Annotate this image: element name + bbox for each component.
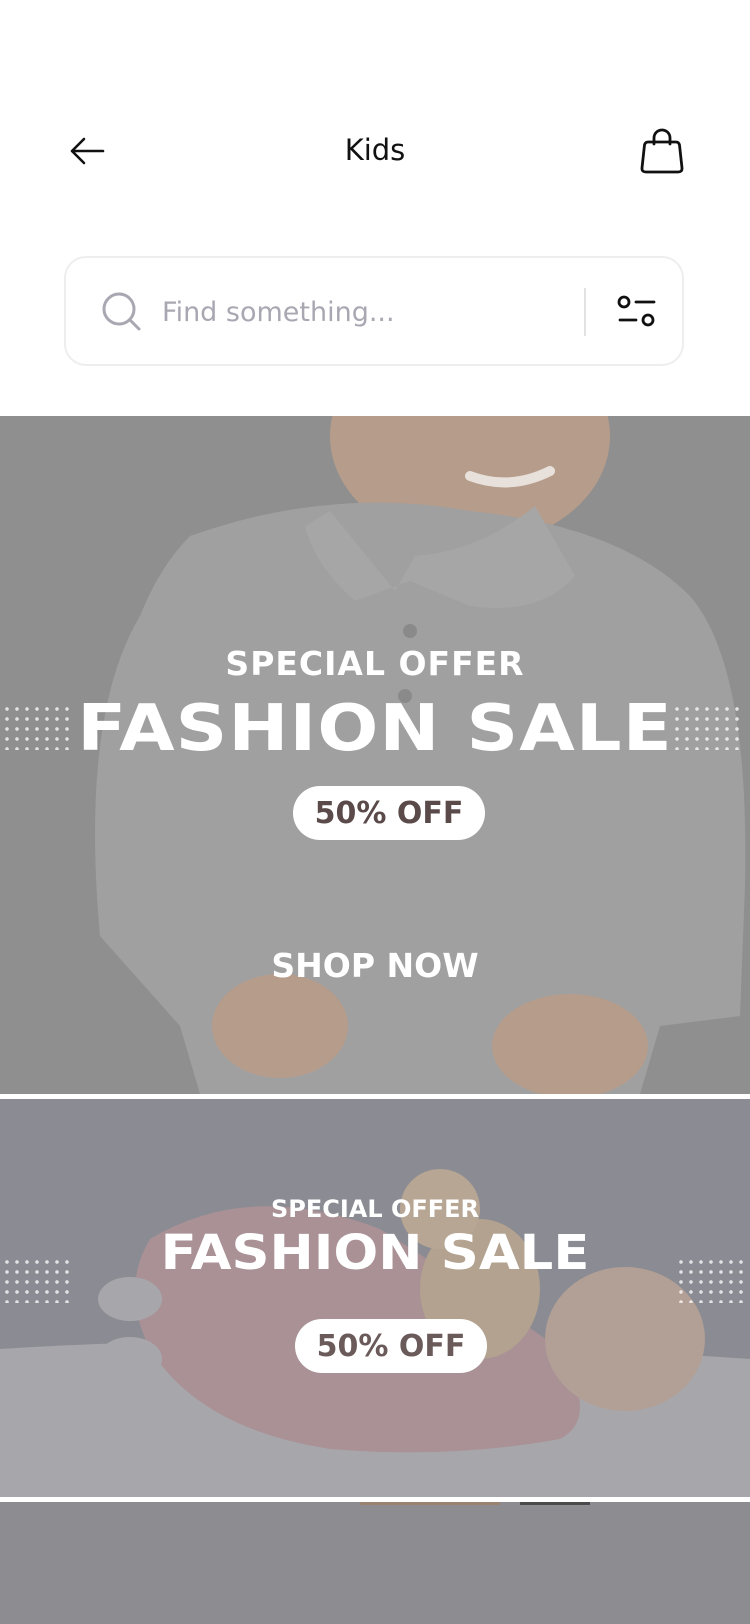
promo-banner-2[interactable]: SPECIAL OFFER FASHION SALE 50% OFF <box>0 1099 750 1497</box>
banner-headline: FASHION SALE <box>160 1225 590 1281</box>
promo-banner-1[interactable]: SPECIAL OFFER FASHION SALE 50% OFF SHOP … <box>0 416 750 1094</box>
promo-banner-3[interactable] <box>0 1502 750 1624</box>
cart-button[interactable] <box>638 126 686 176</box>
filter-button[interactable] <box>610 286 666 338</box>
banner-photo-baby <box>0 1099 750 1497</box>
header: Kids <box>0 0 750 415</box>
search-bar[interactable] <box>64 256 684 366</box>
search-icon <box>102 292 141 331</box>
banner-subtitle: SPECIAL OFFER <box>225 644 525 683</box>
search-divider <box>584 288 586 336</box>
banner-headline: FASHION SALE <box>77 692 673 766</box>
discount-badge[interactable]: 50% OFF <box>293 786 485 840</box>
banner-photo <box>0 1502 750 1624</box>
shop-now-link[interactable]: SHOP NOW <box>0 946 750 985</box>
shopping-bag-icon <box>640 128 684 174</box>
discount-badge[interactable]: 50% OFF <box>295 1319 487 1373</box>
filter-sliders-icon <box>617 295 656 327</box>
search-input[interactable] <box>160 286 564 338</box>
banner-subtitle: SPECIAL OFFER <box>270 1195 480 1223</box>
